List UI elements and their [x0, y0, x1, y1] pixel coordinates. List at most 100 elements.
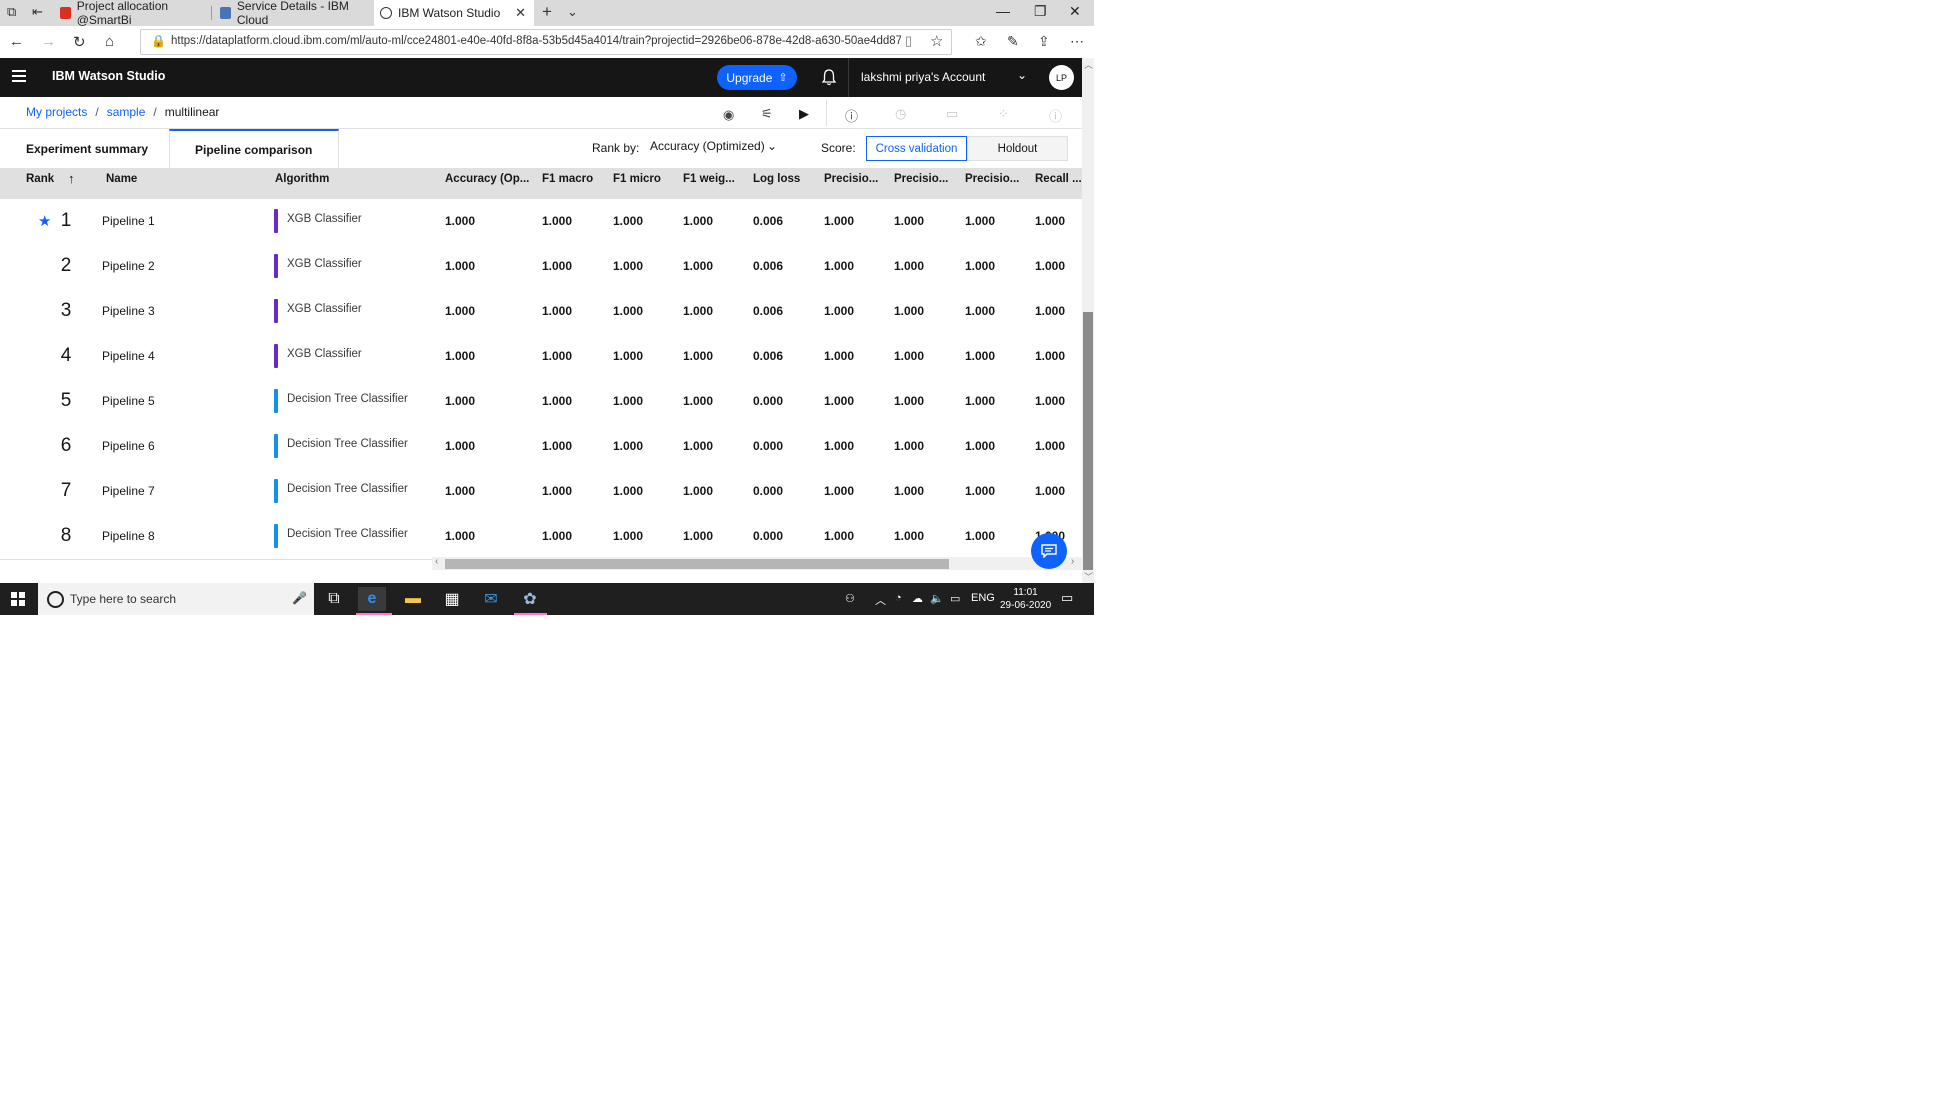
col-rank[interactable]: Rank — [26, 173, 54, 185]
col-recall[interactable]: Recall ... — [1035, 173, 1082, 185]
table-row[interactable]: 7 Pipeline 7 Decision Tree Classifier 1.000… — [0, 469, 1082, 515]
vertical-scroll-thumb[interactable] — [1083, 312, 1093, 570]
help-icon[interactable]: ⓘ — [1049, 106, 1062, 125]
apps-icon[interactable]: ⁘ — [998, 106, 1009, 122]
tab-pipeline-comparison[interactable]: Pipeline comparison — [169, 129, 339, 168]
account-switcher[interactable]: lakshmi priya's Account — [861, 70, 985, 84]
table-row[interactable]: 4 Pipeline 4 XGB Classifier 1.000 1.000 1.000… — [0, 334, 1082, 380]
share-icon[interactable]: ⇪ — [1038, 33, 1050, 50]
col-name[interactable]: Name — [106, 173, 137, 185]
chat-button[interactable] — [1031, 533, 1067, 569]
close-tab-icon[interactable]: ✕ — [515, 5, 526, 21]
restore-icon[interactable]: ❐ — [1034, 3, 1047, 20]
new-tab-icon[interactable]: + — [542, 2, 552, 22]
favorites-icon[interactable]: ✩ — [975, 33, 987, 50]
forward-icon[interactable]: → — [41, 33, 56, 50]
horizontal-scroll-thumb[interactable] — [445, 559, 949, 569]
scroll-down-icon[interactable]: ﹀ — [1084, 570, 1093, 583]
notification-bell-icon[interactable] — [821, 68, 837, 86]
tab-actions-icon[interactable]: ⧉ — [7, 4, 16, 20]
account-chevron-icon[interactable]: ⌄ — [1017, 68, 1027, 82]
windows-start-icon[interactable] — [11, 592, 25, 606]
home-icon[interactable]: ⌂ — [105, 33, 114, 50]
scroll-left-icon[interactable]: ‹ — [435, 556, 438, 567]
browser-tab-watson-studio[interactable]: IBM Watson Studio ✕ — [374, 0, 534, 26]
onedrive-icon[interactable]: ☁ — [912, 592, 923, 605]
upgrade-button[interactable]: Upgrade ⇧ — [717, 65, 797, 90]
clock[interactable]: 11:01 29-06-2020 — [1000, 586, 1051, 612]
minimize-icon[interactable]: — — [996, 3, 1010, 19]
col-algorithm[interactable]: Algorithm — [275, 173, 329, 185]
info-icon[interactable]: ⓘ — [845, 106, 858, 125]
run-icon[interactable]: ▶ — [799, 106, 809, 122]
pipeline-name[interactable]: Pipeline 4 — [102, 349, 155, 363]
cross-validation-button[interactable]: Cross validation — [866, 136, 967, 161]
col-f1-macro[interactable]: F1 macro — [542, 173, 593, 185]
task-view-icon[interactable]: ⧉ — [320, 587, 348, 611]
file-explorer-icon[interactable]: ▬ — [399, 587, 427, 611]
settings-sliders-icon[interactable]: ⚟ — [761, 106, 773, 122]
pen-icon[interactable]: ✎ — [1007, 33, 1019, 50]
network-icon[interactable]: ◔ — [895, 592, 902, 604]
rank-by-dropdown[interactable]: Accuracy (Optimized) — [650, 139, 765, 153]
col-f1-micro[interactable]: F1 micro — [613, 173, 661, 185]
browser-tab-gmail[interactable]: Project allocation @SmartBi — [54, 0, 210, 27]
url-text[interactable]: https://dataplatform.cloud.ibm.com/ml/au… — [171, 35, 901, 47]
mail-icon[interactable]: ✉ — [477, 587, 505, 611]
scroll-right-icon[interactable]: › — [1071, 556, 1074, 567]
col-log-loss[interactable]: Log loss — [753, 173, 800, 185]
view-icon[interactable]: ◉ — [723, 107, 734, 123]
tab-experiment-summary[interactable]: Experiment summary — [26, 129, 148, 168]
battery-icon[interactable]: ▭ — [950, 592, 960, 605]
tabs-aside-icon[interactable]: ⇤ — [32, 4, 43, 20]
col-precision[interactable]: Precisio... — [894, 173, 948, 185]
tray-chevron-icon[interactable]: ︿ — [875, 592, 886, 608]
volume-icon[interactable]: 🔈 — [930, 592, 944, 605]
col-precision[interactable]: Precisio... — [824, 173, 878, 185]
notifications-icon[interactable]: ▭ — [1061, 590, 1073, 606]
url-field[interactable]: 🔒 https://dataplatform.cloud.ibm.com/ml/… — [140, 29, 952, 55]
menu-icon[interactable] — [12, 70, 26, 85]
pipeline-name[interactable]: Pipeline 7 — [102, 484, 155, 498]
close-window-icon[interactable]: ✕ — [1069, 3, 1081, 20]
reading-view-icon[interactable]: ▯ — [905, 33, 912, 49]
pipeline-name[interactable]: Pipeline 6 — [102, 439, 155, 453]
people-icon[interactable]: ⚇ — [845, 592, 855, 605]
microphone-icon[interactable]: 🎤 — [292, 591, 307, 605]
table-row[interactable]: ★ 1 Pipeline 1 XGB Classifier 1.000 1.000 1.00… — [0, 199, 1082, 245]
back-icon[interactable]: ← — [9, 33, 24, 50]
paint-icon[interactable]: ✿ — [516, 587, 544, 611]
table-row[interactable]: 8 Pipeline 8 Decision Tree Classifier 1.000… — [0, 514, 1082, 560]
language-indicator[interactable]: ENG — [971, 592, 995, 604]
pipeline-name[interactable]: Pipeline 1 — [102, 214, 155, 228]
pipeline-name[interactable]: Pipeline 2 — [102, 259, 155, 273]
browser-tab-ibm-cloud[interactable]: Service Details - IBM Cloud — [214, 0, 370, 27]
comments-icon[interactable]: ▭ — [946, 106, 958, 122]
breadcrumb-my-projects[interactable]: My projects — [26, 105, 87, 119]
table-row[interactable]: 3 Pipeline 3 XGB Classifier 1.000 1.000 1.000… — [0, 289, 1082, 335]
taskbar-search[interactable]: Type here to search 🎤 — [38, 583, 314, 615]
edge-icon[interactable]: e — [358, 587, 386, 611]
more-icon[interactable]: ⋯ — [1070, 33, 1084, 50]
col-precision[interactable]: Precisio... — [965, 173, 1019, 185]
sort-arrow-up-icon[interactable]: ↑ — [68, 171, 75, 186]
refresh-icon[interactable]: ↻ — [73, 33, 86, 51]
table-row[interactable]: 5 Pipeline 5 Decision Tree Classifier 1.000… — [0, 379, 1082, 425]
avatar[interactable]: LP — [1049, 65, 1074, 90]
favorite-star-icon[interactable]: ☆ — [930, 32, 943, 50]
scroll-up-icon[interactable]: ︿ — [1084, 58, 1093, 71]
history-icon[interactable]: ◷ — [895, 106, 906, 122]
holdout-button[interactable]: Holdout — [967, 136, 1068, 161]
tab-list-chevron-icon[interactable]: ⌄ — [567, 4, 578, 20]
col-f1-weighted[interactable]: F1 weig... — [683, 173, 735, 185]
pipeline-name[interactable]: Pipeline 5 — [102, 394, 155, 408]
chevron-down-icon[interactable]: ⌄ — [767, 139, 777, 153]
col-accuracy[interactable]: Accuracy (Op... — [445, 173, 529, 185]
pipeline-name[interactable]: Pipeline 8 — [102, 529, 155, 543]
table-row[interactable]: 2 Pipeline 2 XGB Classifier 1.000 1.000 1.000… — [0, 244, 1082, 290]
breadcrumb-sample[interactable]: sample — [107, 105, 146, 119]
pipeline-name[interactable]: Pipeline 3 — [102, 304, 155, 318]
metric-value: 0.006 — [753, 349, 784, 363]
store-icon[interactable]: ▦ — [438, 587, 466, 611]
table-row[interactable]: 6 Pipeline 6 Decision Tree Classifier 1.000… — [0, 424, 1082, 470]
